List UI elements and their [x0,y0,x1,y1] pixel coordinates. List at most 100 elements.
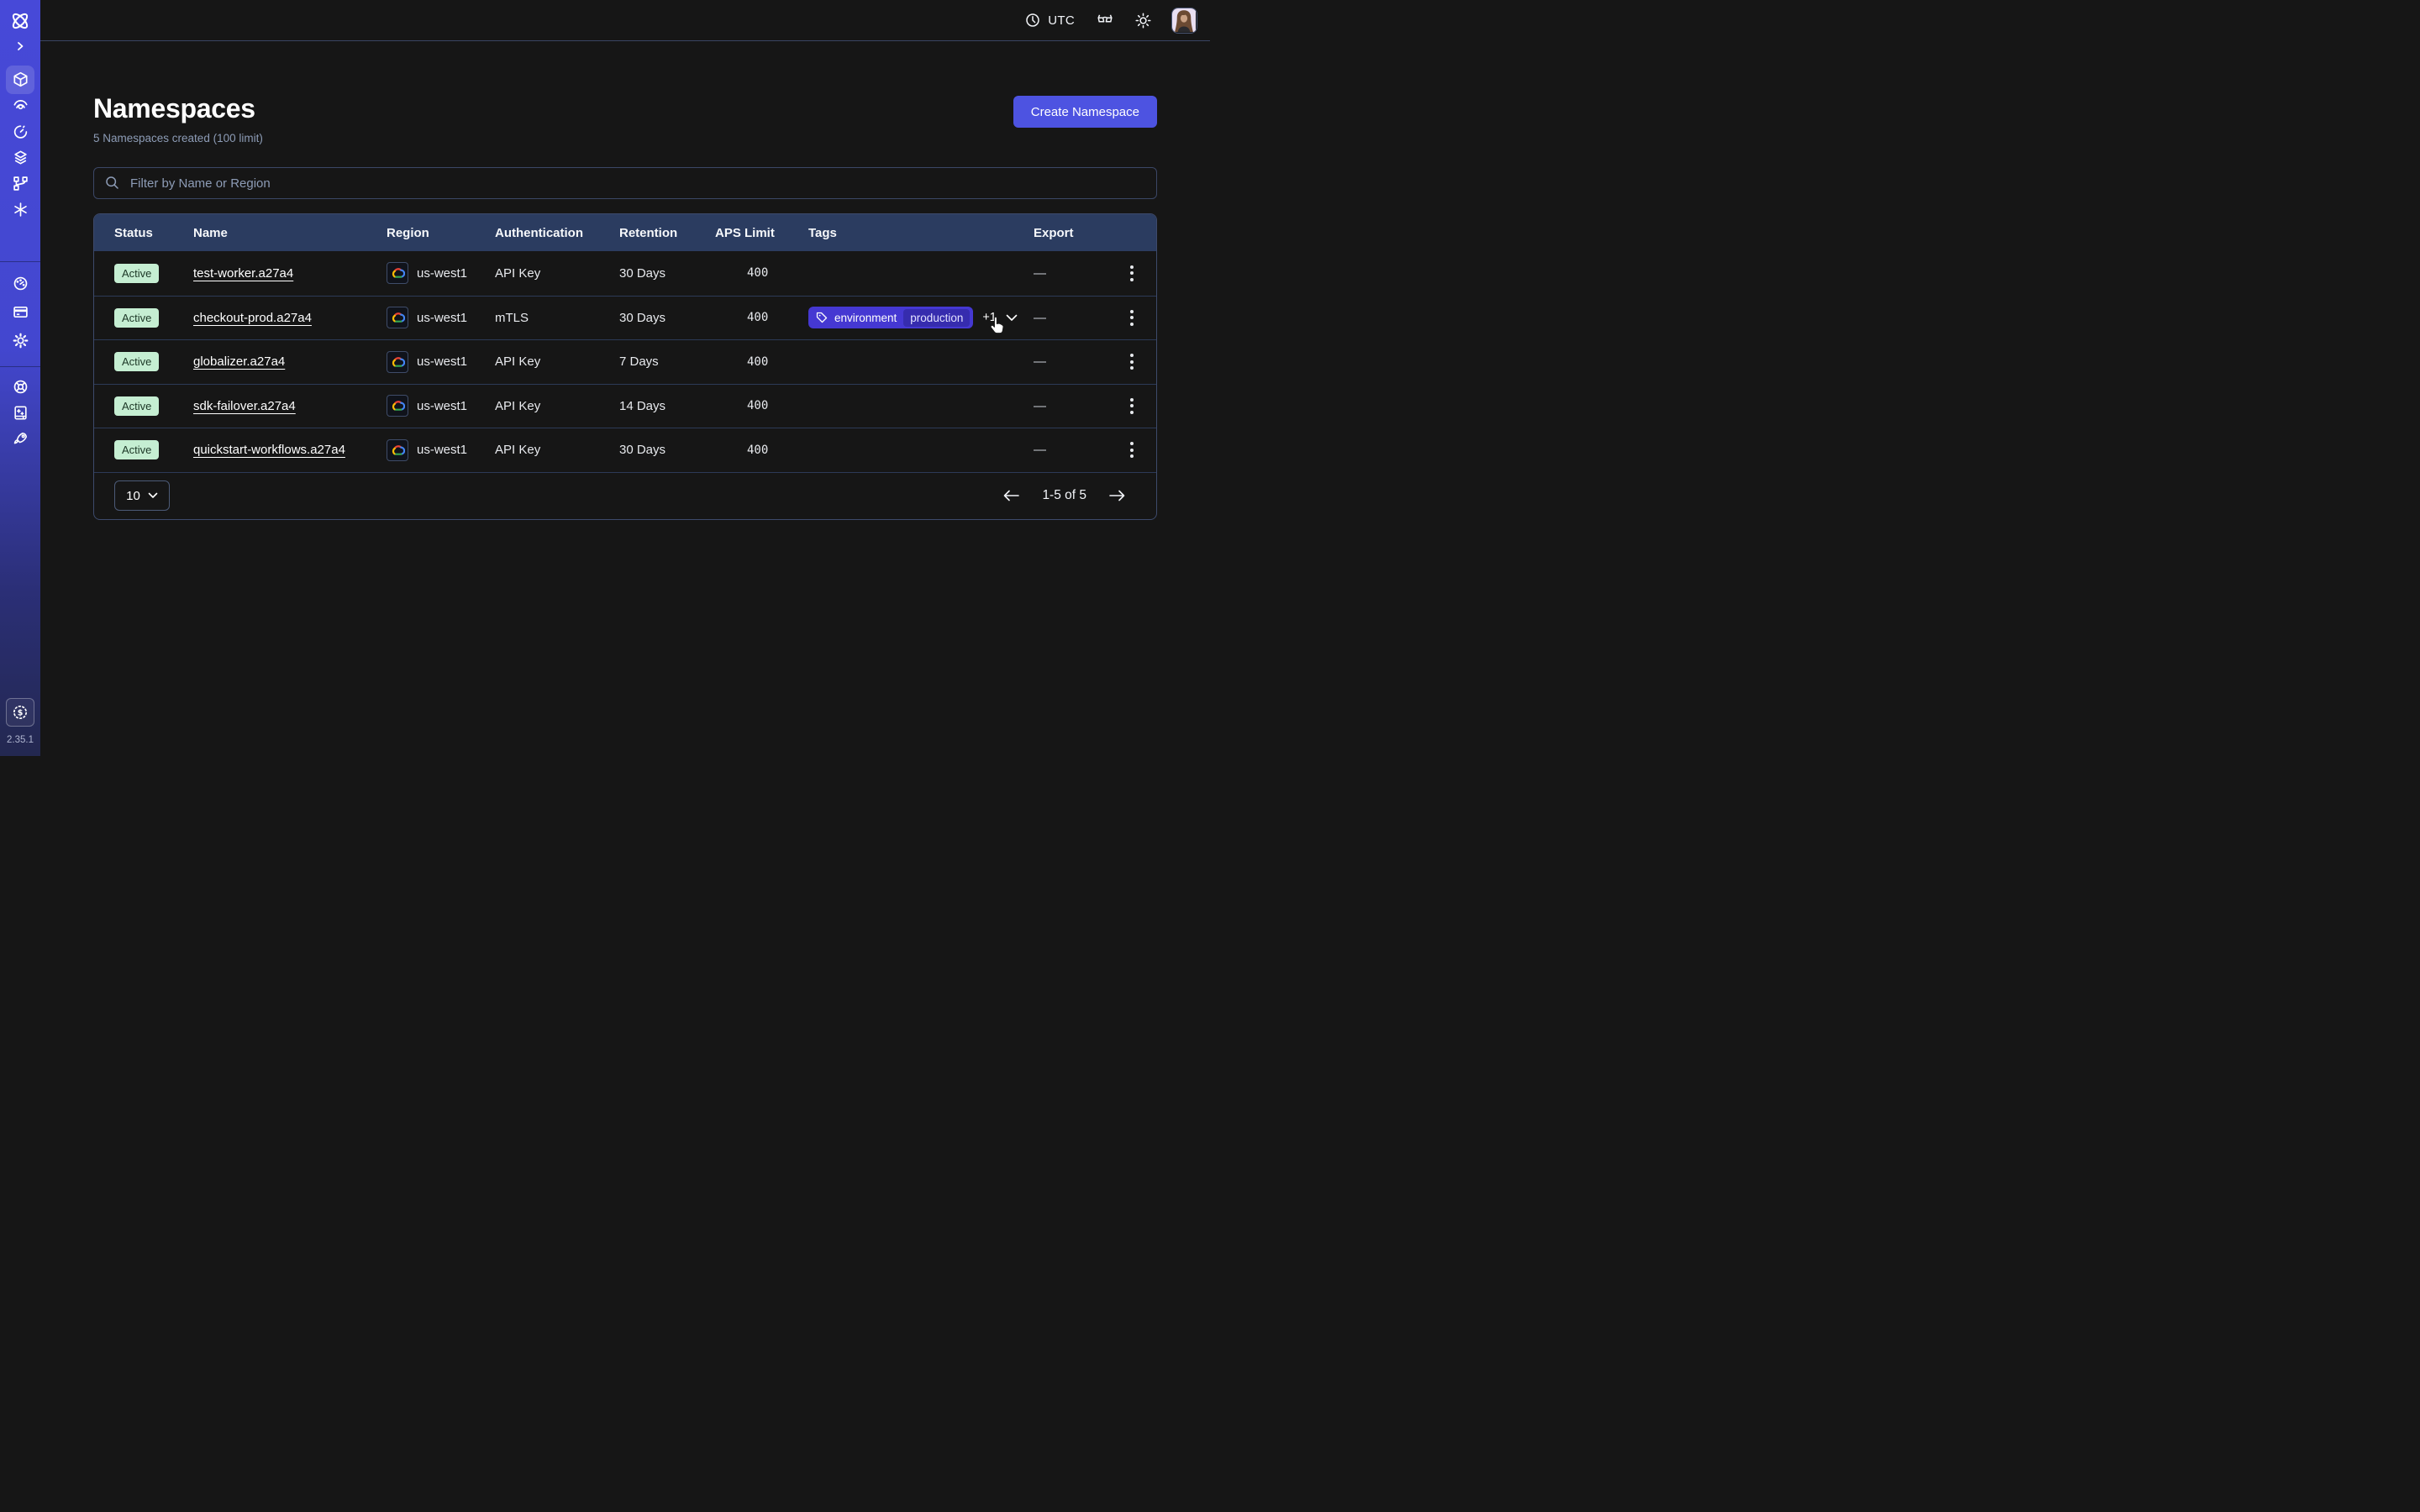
create-namespace-button[interactable]: Create Namespace [1013,96,1157,128]
sidebar-item-get-started[interactable] [0,426,40,452]
dollar-badge-icon: $ [12,704,29,721]
column-header-status: Status [94,226,193,240]
filter-row [93,167,1157,199]
retention-value: 30 Days [619,311,715,325]
region-label: us-west1 [417,443,467,457]
auth-method: API Key [495,443,619,457]
namespaces-table: Status Name Region Authentication Retent… [93,213,1157,520]
row-menu-button[interactable] [1122,260,1142,286]
next-page-button[interactable] [1108,489,1126,502]
sidebar-divider [0,366,40,367]
sidebar-item-nexus[interactable] [0,171,40,197]
tag-icon [816,312,828,323]
sidebar-nav-account [0,269,40,354]
table-row: Active test-worker.a27a4 us-west1 API Ke… [94,251,1156,296]
aps-limit-value: 400 [715,399,808,412]
sidebar-item-support[interactable] [0,374,40,400]
tag-chip[interactable]: environment production [808,307,973,328]
eye-icon [13,97,29,113]
tags-more-count: +1 [982,311,997,324]
page-title: Namespaces [93,93,263,124]
auth-method: API Key [495,266,619,281]
sidebar-item-namespaces[interactable] [0,66,40,92]
google-cloud-icon [387,262,408,284]
page-size-select[interactable]: 10 [114,480,170,511]
export-value: — [1034,311,1120,325]
timezone-button[interactable]: UTC [1025,13,1075,28]
pagination-range: 1-5 of 5 [1042,488,1086,503]
lifebuoy-icon [13,379,29,395]
topbar: UTC [40,0,1210,41]
row-menu-button[interactable] [1122,437,1142,463]
sidebar-item-billing[interactable] [0,297,40,326]
pagination: 1-5 of 5 [1002,488,1126,503]
filter-input[interactable] [93,167,1157,199]
status-badge: Active [114,440,159,459]
column-header-export: Export [1034,226,1120,240]
aps-limit-value: 400 [715,444,808,457]
aps-limit-value: 400 [715,311,808,324]
chevron-down-icon [148,492,158,499]
status-badge: Active [114,352,159,371]
previous-page-button[interactable] [1002,489,1020,502]
sidebar-nav-help [0,374,40,452]
page-size-value: 10 [126,489,140,503]
table-row: Active globalizer.a27a4 us-west1 API Key… [94,339,1156,384]
timezone-label: UTC [1048,13,1075,28]
gear-icon [13,333,29,349]
export-value: — [1034,354,1120,369]
retention-value: 30 Days [619,266,715,281]
google-cloud-icon [387,395,408,417]
sidebar-plan-button[interactable]: $ [6,698,34,727]
namespace-link[interactable]: quickstart-workflows.a27a4 [193,443,345,457]
auth-method: API Key [495,354,619,369]
sidebar-item-settings[interactable] [0,326,40,354]
sidebar-expand-button[interactable] [14,39,26,53]
aps-limit-value: 400 [715,355,808,369]
row-menu-button[interactable] [1122,393,1142,419]
column-header-tags: Tags [808,226,1034,240]
row-menu-button[interactable] [1122,349,1142,375]
sidebar-item-deployments[interactable] [0,144,40,171]
table-row: Active quickstart-workflows.a27a4 us-wes… [94,428,1156,472]
column-header-authentication: Authentication [495,226,619,240]
sidebar-item-usage[interactable] [0,269,40,297]
chevron-down-icon[interactable] [1006,314,1018,322]
retention-value: 14 Days [619,399,715,413]
export-value: — [1034,443,1120,457]
table-row: Active sdk-failover.a27a4 us-west1 API K… [94,384,1156,428]
region-label: us-west1 [417,266,467,281]
namespaces-cube-icon [13,71,29,87]
theme-toggle-button[interactable] [1135,13,1151,29]
table-row: Active checkout-prod.a27a4 us-west1 mTLS… [94,296,1156,340]
page-subtitle: 5 Namespaces created (100 limit) [93,132,263,144]
sidebar-item-docs[interactable] [0,400,40,426]
namespace-link[interactable]: globalizer.a27a4 [193,354,285,369]
auth-method: API Key [495,399,619,413]
sidebar-item-batch[interactable] [0,197,40,223]
sidebar-nav-primary [0,66,40,223]
row-menu-button[interactable] [1122,305,1142,331]
retention-value: 7 Days [619,354,715,369]
glasses-icon [1096,13,1114,28]
status-badge: Active [114,396,159,416]
credit-card-icon [13,304,29,320]
accessibility-button[interactable] [1096,13,1114,28]
gauge-icon [13,276,29,291]
sidebar-divider [0,261,40,262]
sidebar-item-monitor[interactable] [0,92,40,118]
sidebar-item-schedules[interactable] [0,118,40,144]
user-avatar[interactable] [1171,8,1197,34]
namespace-link[interactable]: test-worker.a27a4 [193,266,293,281]
status-badge: Active [114,308,159,328]
tag-key: environment [834,312,897,324]
namespace-link[interactable]: sdk-failover.a27a4 [193,399,296,413]
tag-value: production [903,309,970,327]
asterisk-icon [13,202,29,218]
aps-limit-value: 400 [715,266,808,280]
namespace-link[interactable]: checkout-prod.a27a4 [193,311,312,325]
region-label: us-west1 [417,311,467,325]
export-value: — [1034,266,1120,281]
temporal-logo [9,10,31,32]
region-label: us-west1 [417,399,467,413]
